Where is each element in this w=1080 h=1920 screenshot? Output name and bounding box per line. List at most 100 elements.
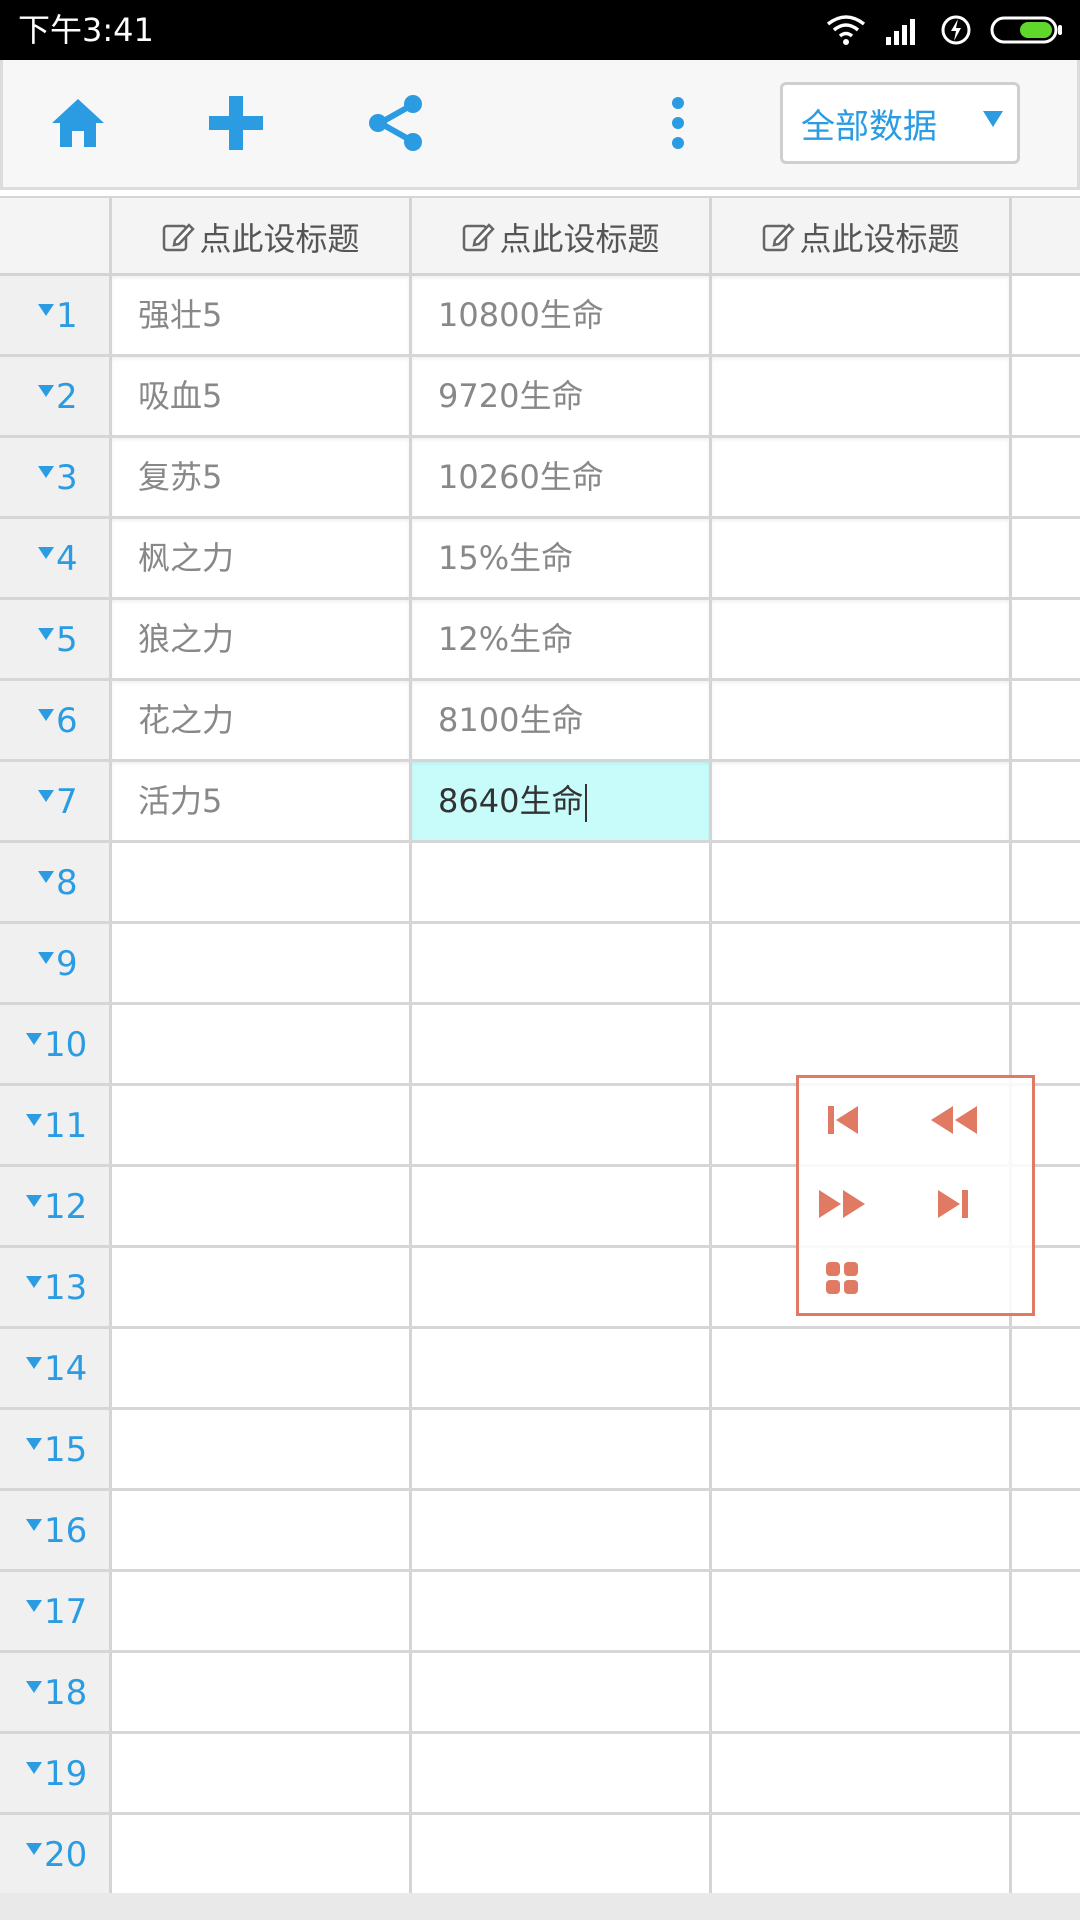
column-header-1[interactable]: 点此设标题	[112, 198, 412, 276]
table-cell[interactable]: 10800生命	[412, 276, 712, 354]
table-cell-partial[interactable]	[1013, 357, 1080, 435]
row-number-cell[interactable]: 9	[0, 924, 112, 1002]
row-number-cell[interactable]: 11	[0, 1086, 112, 1164]
table-cell-partial[interactable]	[1013, 1005, 1080, 1083]
table-cell[interactable]	[412, 1167, 712, 1245]
table-cell[interactable]	[412, 843, 712, 921]
table-cell[interactable]	[112, 1410, 412, 1488]
table-cell[interactable]	[712, 1005, 1012, 1083]
table-cell[interactable]	[712, 1653, 1012, 1731]
table-cell[interactable]	[112, 1248, 412, 1326]
fast-forward-button[interactable]	[807, 1174, 877, 1234]
table-cell[interactable]	[412, 1734, 712, 1812]
table-cell[interactable]	[712, 519, 1012, 597]
table-cell[interactable]	[712, 600, 1012, 678]
table-cell[interactable]: 15%生命	[412, 519, 712, 597]
row-number-cell[interactable]: 2	[0, 357, 112, 435]
active-table-cell[interactable]: 8640生命	[412, 762, 712, 840]
share-button[interactable]	[361, 88, 431, 158]
last-page-button[interactable]	[919, 1174, 989, 1234]
row-number-cell[interactable]: 12	[0, 1167, 112, 1245]
row-number-cell[interactable]: 10	[0, 1005, 112, 1083]
table-cell-partial[interactable]	[1013, 762, 1080, 840]
table-cell[interactable]	[112, 843, 412, 921]
table-cell-partial[interactable]	[1013, 1653, 1080, 1731]
table-cell[interactable]	[112, 1653, 412, 1731]
row-number-cell[interactable]: 4	[0, 519, 112, 597]
table-cell[interactable]: 8100生命	[412, 681, 712, 759]
table-cell-partial[interactable]	[1013, 924, 1080, 1002]
table-cell[interactable]: 活力5	[112, 762, 412, 840]
table-cell[interactable]	[712, 1329, 1012, 1407]
table-cell-partial[interactable]	[1013, 1815, 1080, 1893]
row-number-cell[interactable]: 17	[0, 1572, 112, 1650]
row-number-cell[interactable]: 18	[0, 1653, 112, 1731]
table-cell-partial[interactable]	[1013, 1491, 1080, 1569]
table-cell[interactable]	[712, 357, 1012, 435]
table-cell-partial[interactable]	[1013, 276, 1080, 354]
row-number-cell[interactable]: 19	[0, 1734, 112, 1812]
table-cell[interactable]	[112, 1167, 412, 1245]
table-cell[interactable]	[112, 924, 412, 1002]
table-cell[interactable]	[412, 924, 712, 1002]
row-number-cell[interactable]: 20	[0, 1815, 112, 1893]
table-cell[interactable]	[712, 438, 1012, 516]
table-cell[interactable]: 复苏5	[112, 438, 412, 516]
row-number-cell[interactable]: 7	[0, 762, 112, 840]
table-cell[interactable]: 吸血5	[112, 357, 412, 435]
row-number-cell[interactable]: 6	[0, 681, 112, 759]
table-cell[interactable]	[112, 1815, 412, 1893]
table-cell-partial[interactable]	[1013, 1410, 1080, 1488]
grid-menu-button[interactable]	[807, 1248, 877, 1308]
table-cell-partial[interactable]	[1013, 1734, 1080, 1812]
rewind-button[interactable]	[919, 1090, 989, 1150]
table-cell[interactable]	[712, 1734, 1012, 1812]
add-button[interactable]	[201, 88, 271, 158]
table-cell-partial[interactable]	[1013, 843, 1080, 921]
table-cell-partial[interactable]	[1013, 438, 1080, 516]
table-cell[interactable]	[412, 1653, 712, 1731]
table-cell-partial[interactable]	[1013, 600, 1080, 678]
table-cell[interactable]	[412, 1329, 712, 1407]
table-cell-partial[interactable]	[1013, 1329, 1080, 1407]
table-cell[interactable]: 10260生命	[412, 438, 712, 516]
home-button[interactable]	[43, 88, 113, 158]
table-cell-partial[interactable]	[1013, 1572, 1080, 1650]
table-cell[interactable]	[712, 762, 1012, 840]
row-number-cell[interactable]: 15	[0, 1410, 112, 1488]
row-number-cell[interactable]: 1	[0, 276, 112, 354]
table-cell[interactable]	[112, 1572, 412, 1650]
more-options-button[interactable]	[643, 88, 713, 158]
data-filter-select[interactable]: 全部数据	[780, 82, 1020, 164]
table-cell[interactable]	[412, 1248, 712, 1326]
table-cell[interactable]	[412, 1815, 712, 1893]
table-cell[interactable]	[712, 681, 1012, 759]
table-cell[interactable]	[112, 1086, 412, 1164]
table-cell-partial[interactable]	[1013, 519, 1080, 597]
table-cell-partial[interactable]	[1013, 681, 1080, 759]
table-cell[interactable]	[712, 1815, 1012, 1893]
column-header-2[interactable]: 点此设标题	[412, 198, 712, 276]
row-number-cell[interactable]: 14	[0, 1329, 112, 1407]
table-cell[interactable]: 花之力	[112, 681, 412, 759]
first-page-button[interactable]	[807, 1090, 877, 1150]
table-cell[interactable]	[712, 843, 1012, 921]
table-cell[interactable]: 12%生命	[412, 600, 712, 678]
column-header-3[interactable]: 点此设标题	[712, 198, 1012, 276]
table-cell[interactable]	[412, 1005, 712, 1083]
table-cell[interactable]	[712, 924, 1012, 1002]
row-number-cell[interactable]: 8	[0, 843, 112, 921]
row-number-cell[interactable]: 13	[0, 1248, 112, 1326]
table-cell[interactable]: 9720生命	[412, 357, 712, 435]
table-cell[interactable]	[412, 1410, 712, 1488]
table-cell[interactable]	[112, 1734, 412, 1812]
table-cell[interactable]	[412, 1491, 712, 1569]
table-cell[interactable]	[712, 1491, 1012, 1569]
table-cell[interactable]: 强壮5	[112, 276, 412, 354]
row-number-cell[interactable]: 5	[0, 600, 112, 678]
table-cell[interactable]	[712, 1410, 1012, 1488]
table-cell[interactable]	[412, 1086, 712, 1164]
table-cell[interactable]: 狼之力	[112, 600, 412, 678]
table-cell[interactable]	[712, 1572, 1012, 1650]
table-cell[interactable]	[712, 276, 1012, 354]
